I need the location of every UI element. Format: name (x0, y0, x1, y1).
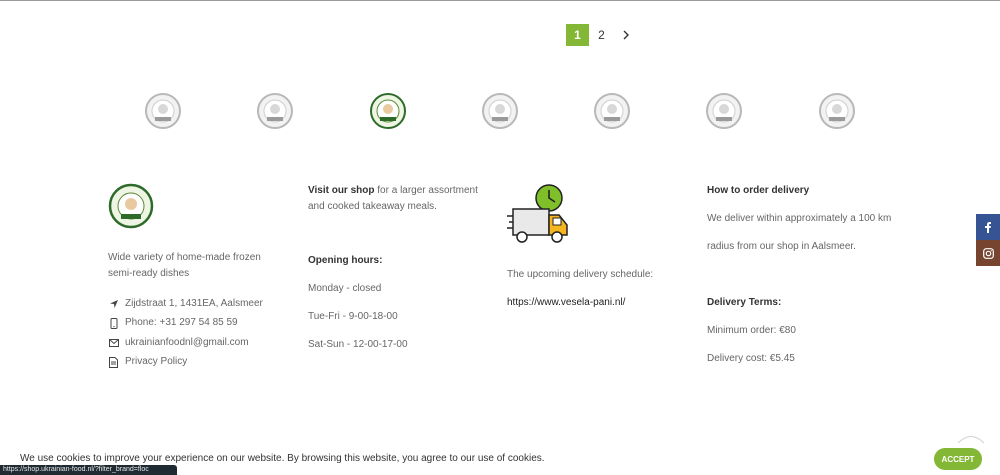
footer-about: Wide variety of home-made frozen semi-re… (108, 183, 288, 372)
address-item: Zijdstraat 1, 1431EA, Aalsmeer (108, 294, 288, 314)
email-item: ukrainianfoodnl@gmail.com (108, 333, 288, 353)
privacy-item: Privacy Policy (108, 353, 288, 373)
cookie-notice: We use cookies to improve your experienc… (20, 453, 545, 464)
instagram-button[interactable] (976, 240, 1000, 266)
facebook-button[interactable] (976, 214, 1000, 240)
brand-logo[interactable] (818, 92, 856, 130)
envelope-icon (108, 338, 119, 347)
hours-sat-sun: Sat-Sun - 12-00-17-00 (308, 339, 408, 350)
footer-delivery-schedule: The upcoming delivery schedule: https://… (507, 183, 677, 311)
top-divider (0, 0, 1000, 1)
brand-logo[interactable] (144, 92, 182, 130)
schedule-link[interactable]: https://www.vesela-pani.nl/ (507, 295, 677, 311)
pagination: 1 2 (566, 24, 637, 46)
facebook-icon (985, 221, 991, 233)
instagram-icon (982, 247, 994, 259)
brand-logo[interactable] (481, 92, 519, 130)
footer-logo[interactable] (108, 183, 154, 229)
visit-shop-link[interactable]: Visit our shop (308, 185, 375, 196)
phone-item: Phone: +31 297 54 85 59 (108, 314, 288, 334)
delivery-cost: Delivery cost: €5.45 (707, 353, 795, 364)
visit-shop-text: Visit our shop for a larger assortment a… (308, 185, 478, 212)
footer-description: Wide variety of home-made frozen semi-re… (108, 252, 261, 279)
mobile-phone-icon (110, 317, 117, 329)
brands-carousel (0, 92, 1000, 134)
order-delivery-text-1: We deliver within approximately a 100 km (707, 213, 892, 224)
order-delivery-text-2: radius from our shop in Aalsmeer. (707, 241, 856, 252)
status-bar-url: https://shop.ukrainian-food.nl/?filter_b… (0, 465, 177, 475)
hours-tue-fri: Tue-Fri - 9-00-18-00 (308, 311, 398, 322)
hours-monday: Monday - closed (308, 283, 382, 294)
delivery-truck-icon (507, 184, 568, 243)
phone-text: Phone: +31 297 54 85 59 (125, 317, 238, 329)
footer-delivery-info: How to order delivery We deliver within … (707, 183, 897, 367)
location-arrow-icon (109, 299, 118, 308)
address-text: Zijdstraat 1, 1431EA, Aalsmeer (125, 297, 263, 309)
minimum-order: Minimum order: €80 (707, 325, 796, 336)
email-link[interactable]: ukrainianfoodnl@gmail.com (125, 335, 249, 351)
next-page-button[interactable] (614, 24, 637, 46)
schedule-text: The upcoming delivery schedule: (507, 269, 654, 280)
brand-logo[interactable] (705, 92, 743, 130)
delivery-terms-title: Delivery Terms: (707, 297, 782, 308)
brand-logo[interactable] (593, 92, 631, 130)
brand-logo[interactable] (256, 92, 294, 130)
order-delivery-title: How to order delivery (707, 185, 810, 196)
footer-shop-info: Visit our shop for a larger assortment a… (308, 183, 483, 353)
page-2-button[interactable]: 2 (590, 24, 613, 46)
page-1-button[interactable]: 1 (566, 24, 589, 46)
privacy-link[interactable]: Privacy Policy (125, 354, 187, 370)
chevron-right-icon (623, 30, 629, 40)
brand-logo[interactable] (369, 92, 407, 130)
accept-cookies-button[interactable]: ACCEPT (934, 448, 982, 470)
opening-hours-title: Opening hours: (308, 255, 383, 266)
scroll-to-top-icon[interactable] (956, 432, 986, 444)
document-icon (109, 356, 118, 368)
